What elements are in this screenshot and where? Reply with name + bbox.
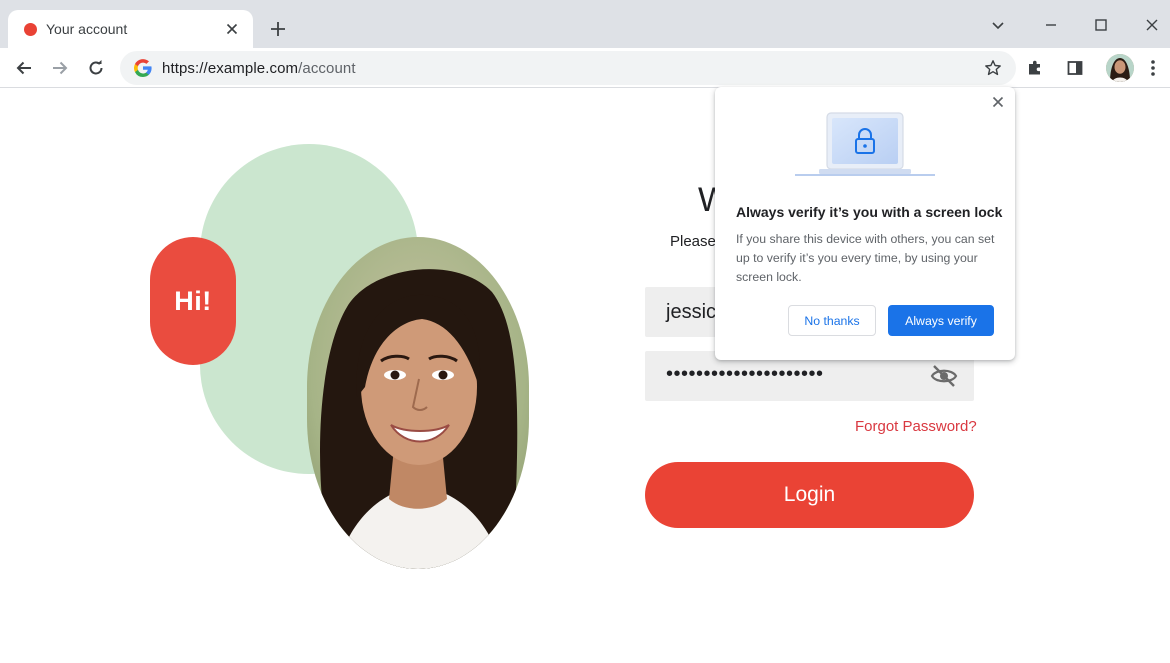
login-button[interactable]: Login [645, 462, 974, 528]
tab-your-account[interactable]: Your account [8, 10, 253, 48]
side-panel-icon[interactable] [1063, 56, 1087, 80]
forgot-password-link[interactable]: Forgot Password? [855, 418, 977, 435]
minimize-icon[interactable] [1040, 14, 1062, 36]
recording-dot-icon [24, 22, 37, 36]
popup-close-icon[interactable] [989, 93, 1007, 111]
reload-icon[interactable] [84, 56, 108, 80]
popup-body-text: If you share this device with others, yo… [736, 232, 995, 284]
screen-lock-bubble: Always verify it’s you with a screen loc… [715, 87, 1015, 360]
back-arrow-icon[interactable] [12, 56, 36, 80]
extensions-puzzle-icon[interactable] [1023, 56, 1047, 80]
tab-close-icon[interactable] [223, 20, 241, 38]
laptop-lock-illustration-icon [795, 112, 935, 176]
window-close-icon[interactable] [1141, 14, 1163, 36]
hi-badge: Hi! [150, 237, 236, 365]
tab-strip: Your account [0, 0, 1170, 48]
tab-search-chevron-icon[interactable] [987, 14, 1009, 36]
password-mask: ••••••••••••••••••••• [666, 363, 824, 385]
bookmark-star-icon[interactable] [984, 59, 1002, 77]
username-value: jessic [666, 301, 717, 323]
hi-badge-text: Hi! [174, 285, 212, 316]
new-tab-icon[interactable] [266, 17, 290, 41]
profile-avatar[interactable] [1106, 54, 1134, 82]
login-subtitle: Please [670, 233, 716, 250]
no-thanks-button[interactable]: No thanks [788, 305, 876, 336]
forward-arrow-icon[interactable] [48, 56, 72, 80]
always-verify-button[interactable]: Always verify [888, 305, 994, 336]
tab-title: Your account [46, 21, 128, 37]
google-g-icon [134, 59, 152, 77]
user-portrait-image [307, 237, 529, 569]
address-bar[interactable]: https://example.com/account [120, 51, 1016, 85]
more-options-kebab-icon[interactable] [1141, 56, 1165, 80]
maximize-icon[interactable] [1090, 14, 1112, 36]
hide-password-eye-icon[interactable] [930, 363, 958, 389]
url-text: https://example.com/account [162, 59, 356, 77]
browser-toolbar: https://example.com/account [0, 48, 1170, 88]
popup-title: Always verify it’s you with a screen loc… [736, 204, 1003, 220]
